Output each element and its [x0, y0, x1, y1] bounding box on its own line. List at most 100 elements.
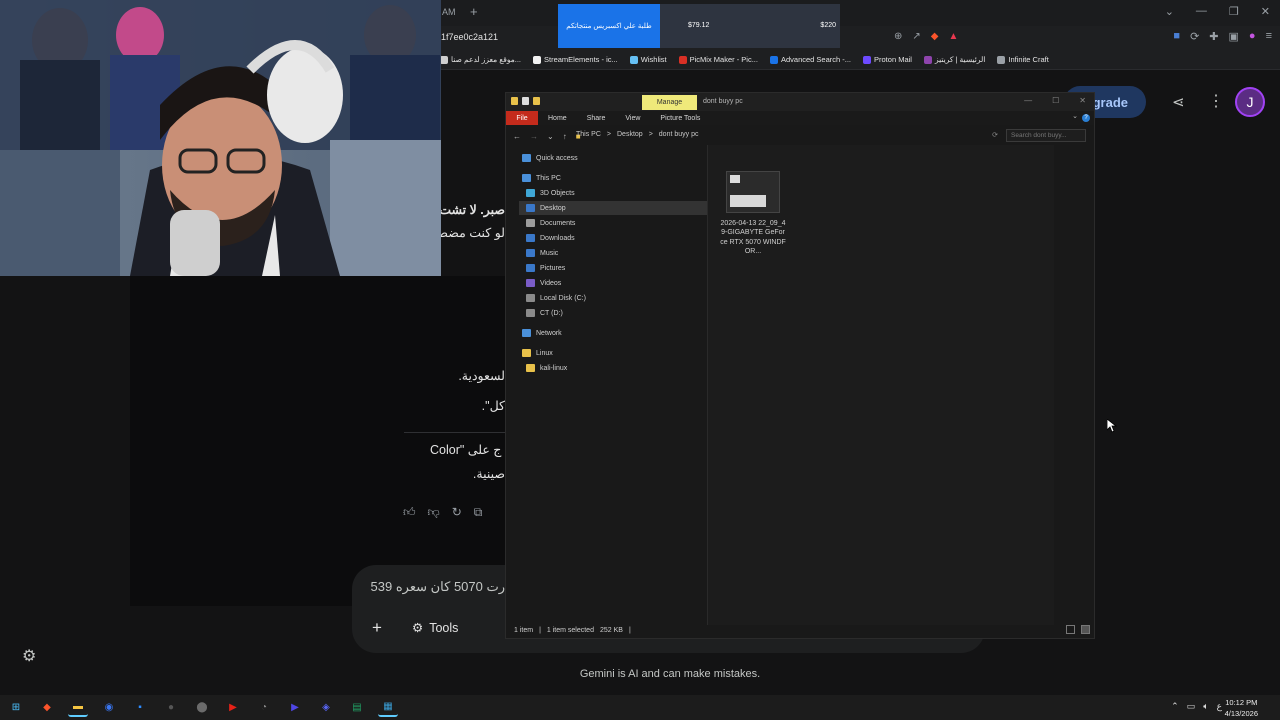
sidebar-item-3d-objects[interactable]: 3D Objects — [526, 186, 575, 200]
close-icon[interactable]: ✕ — [1261, 5, 1270, 18]
ribbon-tab-picture-tools[interactable]: Picture Tools — [650, 115, 710, 122]
new-folder-icon[interactable] — [533, 97, 540, 105]
zoom-icon[interactable]: ⊕ — [894, 31, 902, 42]
breadcrumb[interactable]: This PC > Desktop > dont buyy pc — [576, 131, 698, 138]
puzzle-icon[interactable]: ✚ — [1209, 30, 1218, 43]
refresh-icon[interactable]: ⟳ — [992, 131, 998, 139]
new-tab-button[interactable]: + — [470, 4, 478, 19]
profile-icon[interactable]: ● — [1249, 30, 1256, 43]
ribbon-expand-icon[interactable]: ⌄ — [1072, 112, 1078, 120]
sidebar-item-quick-access[interactable]: Quick access — [522, 151, 578, 165]
sidebar-item-ct-d[interactable]: CT (D:) — [526, 306, 563, 320]
bookmark-item[interactable]: الرئيسية | كريتيز — [923, 55, 985, 64]
large-icons-view-icon[interactable] — [1081, 625, 1090, 634]
bookmark-item[interactable]: StreamElements - ic... — [533, 55, 618, 64]
maximize-icon[interactable]: ☐ — [1052, 96, 1059, 105]
minimize-icon[interactable]: — — [1024, 96, 1032, 105]
details-view-icon[interactable] — [1066, 625, 1075, 634]
photos-icon[interactable]: ▦ — [378, 698, 398, 717]
language-indicator[interactable]: ع — [1217, 701, 1222, 712]
media-player-icon[interactable]: ▶ — [285, 698, 305, 717]
share-page-icon[interactable]: ↗ — [912, 31, 920, 42]
folder-icon[interactable] — [511, 97, 518, 105]
sidebar-item-music[interactable]: Music — [526, 246, 558, 260]
explorer-title-bar: Manage dont buyy pc — ☐ ✕ — [506, 93, 1094, 111]
performance-monitor-icon[interactable]: ◔ — [254, 698, 274, 717]
settings-icon[interactable]: ⚙ — [22, 646, 36, 666]
thumbs-down-icon[interactable]: 👎︎ — [428, 505, 440, 520]
up-arrow-icon[interactable]: ↑ — [563, 132, 567, 141]
tab-search-icon[interactable]: ⌄ — [1165, 5, 1174, 18]
brave-shield-icon[interactable]: ◆ — [931, 31, 939, 42]
disclaimer-text: Gemini is AI and can make mistakes. — [579, 668, 761, 680]
avatar[interactable]: J — [1235, 87, 1265, 117]
file-tab[interactable]: File — [506, 111, 538, 125]
tools-button[interactable]: ⚙︎ Tools — [412, 620, 458, 636]
brave-rewards-icon[interactable]: ▲ — [948, 31, 958, 42]
obs-studio-icon[interactable]: ● — [161, 698, 181, 717]
brave-browser-icon[interactable]: ◆ — [37, 698, 57, 717]
extension-icon[interactable]: ■ — [1173, 30, 1180, 43]
sidebar-item-documents[interactable]: Documents — [526, 216, 575, 230]
forward-arrow-icon[interactable]: → — [530, 132, 538, 141]
manage-tab[interactable]: Manage — [642, 95, 697, 110]
sync-icon[interactable]: ⟳ — [1190, 30, 1199, 43]
properties-icon[interactable] — [522, 97, 529, 105]
taskbar-clock[interactable]: 10:12 PM 4/13/2026 — [1225, 698, 1258, 719]
bookmark-item[interactable]: Wishlist — [629, 55, 667, 64]
share-icon[interactable]: ⋖ — [1172, 93, 1185, 111]
network-icon[interactable]: ▭ — [1187, 701, 1196, 712]
ribbon-tab-home[interactable]: Home — [538, 115, 577, 122]
sidebar-item-network[interactable]: Network — [522, 326, 562, 340]
menu-icon[interactable]: ≡ — [1266, 30, 1272, 43]
bookmark-item[interactable]: Advanced Search -... — [769, 55, 851, 64]
sidebar-item-videos[interactable]: Videos — [526, 276, 561, 290]
sidebar-item-label: Desktop — [540, 204, 566, 212]
steam-icon[interactable]: ⬤ — [192, 698, 212, 717]
breadcrumb-separator: > — [648, 131, 653, 138]
file-item[interactable]: 2026-04-13 22_09_49-GIGABYTE GeForce RTX… — [720, 151, 786, 255]
search-input[interactable]: Search dont buyy... — [1006, 129, 1086, 142]
sidebar-item-kali-linux[interactable]: kali-linux — [526, 361, 567, 375]
copy-icon[interactable]: ⧉ — [474, 505, 483, 520]
back-arrow-icon[interactable]: ← — [513, 132, 521, 141]
close-icon[interactable]: ✕ — [1079, 96, 1086, 105]
sidebar-item-this-pc[interactable]: This PC — [522, 171, 561, 185]
minimize-icon[interactable]: — — [1196, 5, 1207, 18]
sidebar-item-downloads[interactable]: Downloads — [526, 231, 575, 245]
sidebar-icon[interactable]: ▣ — [1229, 30, 1239, 43]
windows-start-icon[interactable]: ⊞ — [6, 698, 26, 717]
sidebar-item-pictures[interactable]: Pictures — [526, 261, 565, 275]
sidebar-item-desktop[interactable]: Desktop — [526, 201, 566, 215]
bookmark-item[interactable]: PicMix Maker - Pic... — [678, 55, 758, 64]
ribbon-tab-share[interactable]: Share — [577, 115, 616, 122]
spreadsheet-icon[interactable]: ▤ — [347, 698, 367, 717]
help-icon[interactable]: ? — [1082, 114, 1090, 122]
file-explorer-icon[interactable]: ▬ — [68, 698, 88, 717]
ribbon-tab-view[interactable]: View — [615, 115, 650, 122]
breadcrumb-item[interactable]: This PC — [576, 131, 601, 138]
maximize-icon[interactable]: ❐ — [1229, 5, 1239, 18]
tray-overflow-icon[interactable]: ⌃ — [1171, 701, 1179, 712]
signal-icon[interactable]: ◉ — [99, 698, 119, 717]
notepad-icon[interactable]: ▪ — [130, 698, 150, 717]
add-attachment-button[interactable]: + — [372, 618, 382, 638]
bookmark-item[interactable]: موقع معزز لدعم صنا... — [440, 55, 521, 64]
bookmark-item[interactable]: Infinite Craft — [997, 55, 1049, 64]
more-options-icon[interactable]: ⋮ — [1208, 91, 1224, 111]
response-text: لو كنت مضط — [436, 226, 505, 240]
breadcrumb-item[interactable]: dont buyy pc — [659, 131, 699, 138]
volume-icon[interactable]: 🔈︎ — [1203, 701, 1208, 712]
recent-dropdown-icon[interactable]: ⌄ — [547, 132, 554, 141]
bookmark-item[interactable]: Proton Mail — [863, 55, 912, 64]
sidebar-item-linux[interactable]: Linux — [522, 346, 553, 360]
url-text[interactable]: 1f7ee0c2a121 — [441, 32, 498, 42]
discord-icon[interactable]: ◈ — [316, 698, 336, 717]
sidebar-item-local-disk-c[interactable]: Local Disk (C:) — [526, 291, 586, 305]
regenerate-icon[interactable]: ↻ — [452, 505, 462, 520]
youtube-icon[interactable]: ▶ — [223, 698, 243, 717]
breadcrumb-item[interactable]: Desktop — [617, 131, 643, 138]
thumbs-up-icon[interactable]: 👍︎ — [403, 505, 416, 520]
tab-title-fragment[interactable]: AM — [442, 7, 456, 17]
prompt-input-text[interactable]: رت 5070 كان سعره 539 — [371, 579, 505, 595]
